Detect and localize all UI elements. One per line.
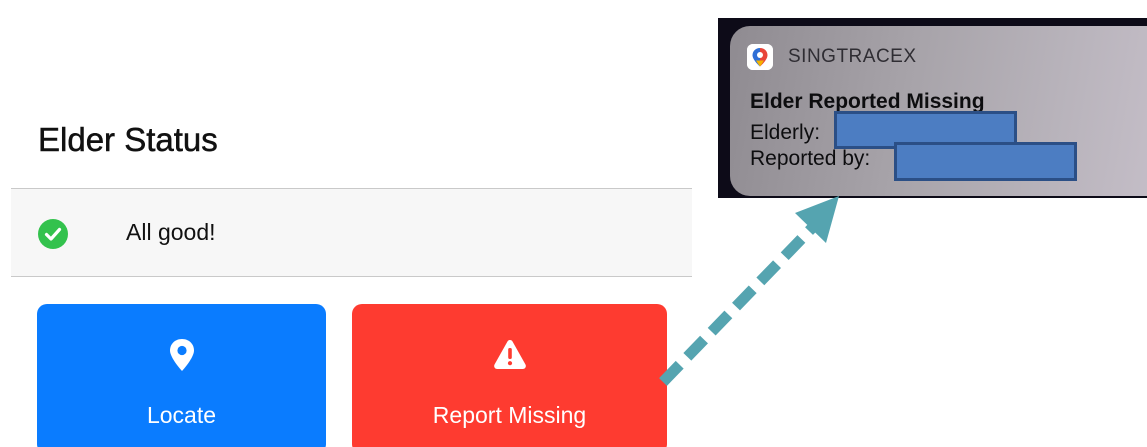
warning-triangle-icon <box>493 338 526 372</box>
notification-app-name: SINGTRACEX <box>788 46 917 67</box>
report-missing-button-label: Report Missing <box>432 402 587 428</box>
redacted-reporter-name <box>894 142 1077 181</box>
locate-button[interactable]: Locate <box>37 304 326 447</box>
elder-status-title: Elder Status <box>38 121 218 159</box>
check-circle-icon <box>38 219 68 249</box>
map-pin-icon <box>167 338 197 372</box>
locate-button-label: Locate <box>146 402 217 428</box>
report-missing-button[interactable]: Report Missing <box>352 304 667 447</box>
notification-reported-by-label: Reported by: <box>750 147 871 170</box>
status-text: All good! <box>126 219 216 245</box>
notification-screenshot: SINGTRACEX Elder Reported Missing Elderl… <box>718 18 1147 198</box>
arrow-head-icon <box>795 196 839 243</box>
notification-elderly-label: Elderly: <box>750 121 821 144</box>
status-row: All good! <box>11 188 692 277</box>
notification-card[interactable]: SINGTRACEX Elder Reported Missing Elderl… <box>730 26 1147 196</box>
singtracex-app-icon <box>747 44 773 70</box>
screenshot-stage: Elder Status All good! Locate Report Mis… <box>0 0 1147 447</box>
